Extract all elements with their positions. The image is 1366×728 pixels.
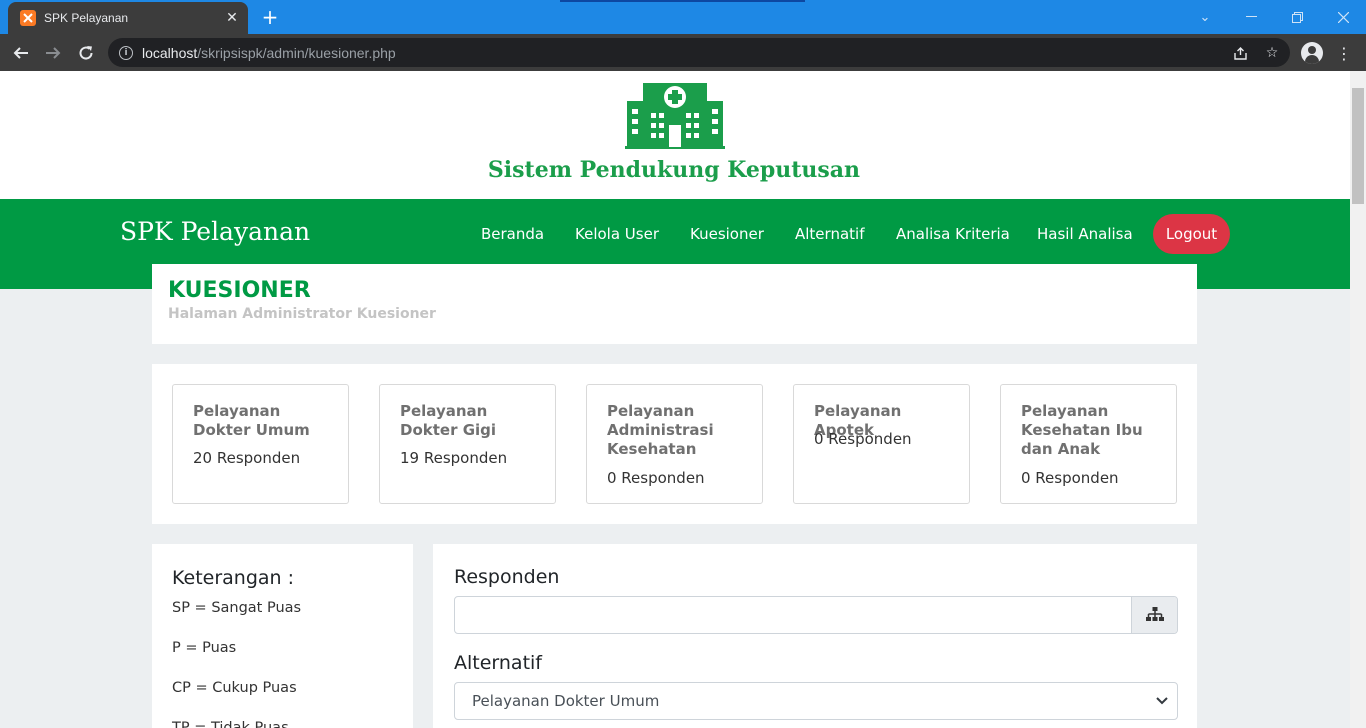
new-tab-icon[interactable]: + [258, 4, 282, 30]
stat-box: Pelayanan Administrasi Kesehatan 0 Respo… [586, 384, 763, 504]
stat-value: 0 Responden [814, 430, 912, 448]
keterangan-card: Keterangan : SP = Sangat Puas P = Puas C… [152, 544, 413, 728]
page-header-card: KUESIONER Halaman Administrator Kuesione… [152, 264, 1197, 344]
logo-title: Sistem Pendukung Keputusan [487, 157, 861, 183]
page-viewport: Sistem Pendukung Keputusan SPK Pelayanan… [0, 71, 1350, 728]
page-title: KUESIONER [168, 278, 311, 303]
keterangan-item: CP = Cukup Puas [172, 680, 297, 696]
bookmark-star-icon[interactable]: ☆ [1262, 43, 1282, 63]
tab-search-icon[interactable]: ⌄ [1182, 0, 1228, 34]
header-banner: Sistem Pendukung Keputusan [0, 71, 1350, 199]
minimize-icon[interactable] [1228, 0, 1274, 34]
responden-input[interactable] [455, 597, 1131, 633]
nav-hasil-analisa[interactable]: Hasil Analisa [1037, 225, 1133, 243]
address-bar[interactable]: i localhost/skripsispk/admin/kuesioner.p… [108, 38, 1290, 67]
page-subtitle: Halaman Administrator Kuesioner [168, 306, 436, 322]
site-info-icon[interactable]: i [119, 45, 133, 60]
stat-box: Pelayanan Dokter Umum 20 Responden [172, 384, 349, 504]
alternatif-selected-value: Pelayanan Dokter Umum [472, 692, 660, 710]
alternatif-label: Alternatif [454, 652, 542, 674]
sitemap-icon[interactable] [1131, 597, 1177, 633]
url-text: localhost/skripsispk/admin/kuesioner.php [142, 44, 396, 61]
page-scrollbar[interactable] [1350, 71, 1366, 728]
stat-title: Pelayanan Administrasi Kesehatan [607, 402, 714, 458]
kuesioner-form-card: Responden Alternatif Pelayanan Dokter Um… [433, 544, 1197, 728]
keterangan-title: Keterangan : [172, 567, 295, 589]
stat-box: Pelayanan Apotek 0 Responden [793, 384, 970, 504]
keterangan-item: P = Puas [172, 640, 237, 656]
back-icon[interactable] [8, 40, 34, 66]
profile-avatar-icon[interactable] [1301, 42, 1323, 64]
chevron-down-icon [1156, 697, 1168, 705]
stat-value: 0 Responden [607, 469, 705, 487]
stat-value: 19 Responden [400, 449, 508, 467]
stat-box: Pelayanan Kesehatan Ibu dan Anak 0 Respo… [1000, 384, 1177, 504]
tab-close-icon[interactable]: ✕ [222, 10, 242, 26]
stat-value: 20 Responden [193, 449, 301, 467]
navbar-brand[interactable]: SPK Pelayanan [120, 217, 310, 246]
close-window-icon[interactable] [1320, 0, 1366, 34]
logout-button[interactable]: Logout [1153, 214, 1230, 254]
nav-kelola-user[interactable]: Kelola User [575, 225, 659, 243]
keterangan-item: TP = Tidak Puas [172, 720, 289, 728]
forward-icon[interactable] [40, 40, 66, 66]
browser-menu-icon[interactable]: ⋮ [1334, 42, 1354, 64]
responden-label: Responden [454, 566, 560, 588]
stat-title: Pelayanan Dokter Umum [193, 402, 310, 439]
browser-tab[interactable]: SPK Pelayanan ✕ [8, 2, 248, 34]
stat-title: Pelayanan Kesehatan Ibu dan Anak [1021, 402, 1143, 458]
tab-title: SPK Pelayanan [44, 11, 129, 25]
nav-analisa-kriteria[interactable]: Analisa Kriteria [896, 225, 1010, 243]
nav-beranda[interactable]: Beranda [481, 225, 544, 243]
hospital-logo-icon [625, 83, 725, 149]
tab-strip-highlight [560, 0, 805, 2]
stat-box: Pelayanan Dokter Gigi 19 Responden [379, 384, 556, 504]
nav-alternatif[interactable]: Alternatif [795, 225, 864, 243]
reload-icon[interactable] [73, 40, 99, 66]
browser-toolbar: i localhost/skripsispk/admin/kuesioner.p… [0, 34, 1366, 71]
responden-input-group [454, 596, 1178, 634]
alternatif-select[interactable]: Pelayanan Dokter Umum [454, 682, 1178, 720]
nav-kuesioner[interactable]: Kuesioner [690, 225, 764, 243]
browser-tab-bar: SPK Pelayanan ✕ + ⌄ [0, 0, 1366, 34]
share-icon[interactable] [1230, 43, 1250, 63]
stat-title: Pelayanan Dokter Gigi [400, 402, 497, 439]
xampp-favicon-icon [20, 10, 36, 26]
restore-icon[interactable] [1274, 0, 1320, 34]
scrollbar-thumb[interactable] [1352, 88, 1364, 204]
stats-card: Pelayanan Dokter Umum 20 Responden Pelay… [152, 364, 1197, 524]
stat-value: 0 Responden [1021, 469, 1119, 487]
keterangan-item: SP = Sangat Puas [172, 600, 302, 616]
